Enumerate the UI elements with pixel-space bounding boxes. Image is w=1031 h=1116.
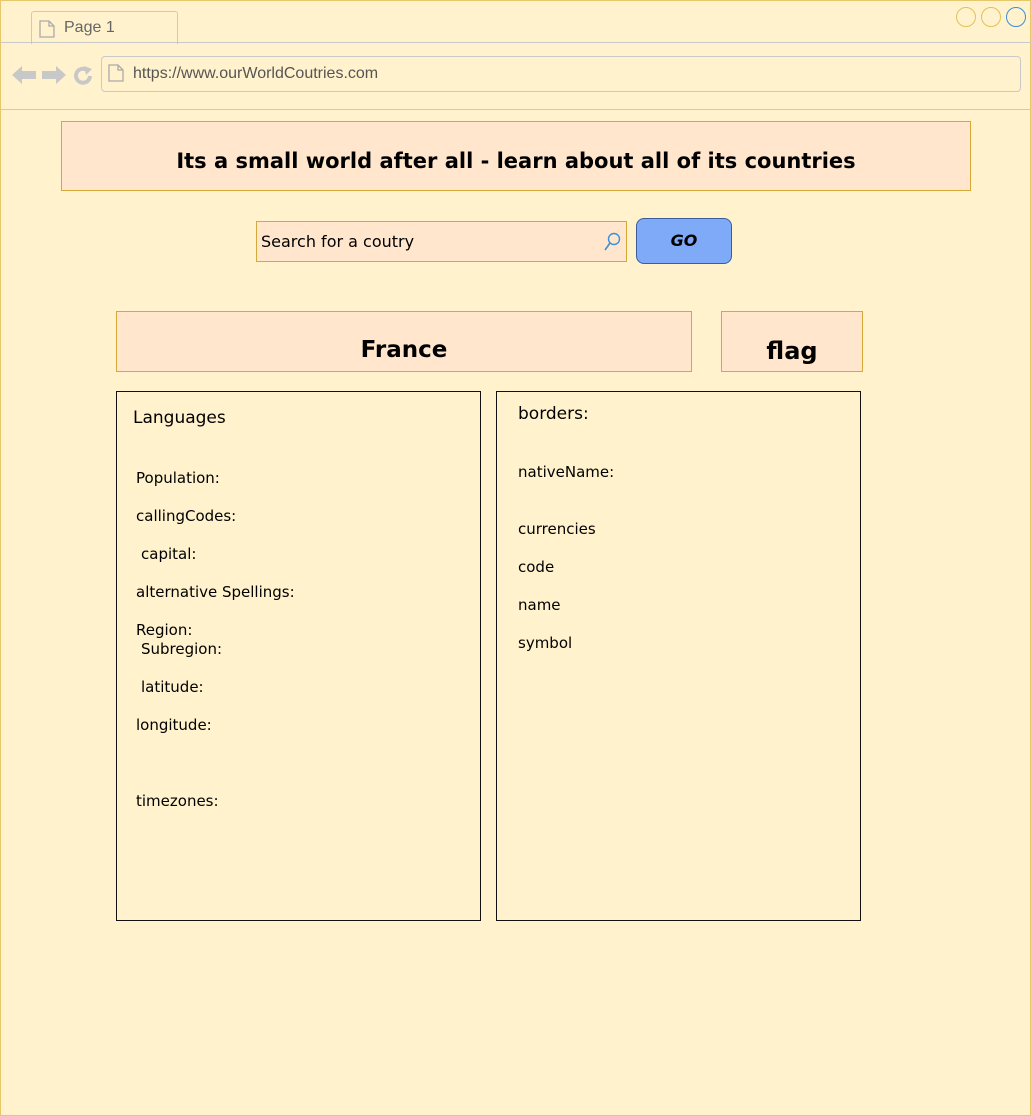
native-name-label: nativeName:: [518, 463, 615, 481]
url-text[interactable]: https://www.ourWorldCoutries.com: [133, 65, 378, 83]
address-bar[interactable]: https://www.ourWorldCoutries.com: [101, 56, 1021, 92]
page-icon: [108, 64, 124, 86]
country-name: France: [360, 337, 448, 363]
tab-bar: Page 1: [1, 1, 1031, 44]
flag-label: flag: [766, 337, 818, 365]
search-icon[interactable]: [603, 232, 621, 256]
search-box[interactable]: [256, 221, 627, 262]
country-details-panel: Languages Population: callingCodes: capi…: [116, 391, 481, 921]
capital-label: capital:: [141, 545, 197, 563]
currencies-label: currencies: [518, 520, 596, 538]
browser-tab[interactable]: Page 1: [31, 11, 178, 44]
header-banner: Its a small world after all - learn abou…: [61, 121, 971, 191]
browser-window: Page 1 https://www.ourWorldCoutries.com …: [0, 0, 1031, 1116]
close-button[interactable]: [1006, 7, 1026, 27]
toolbar-divider: [1, 109, 1031, 110]
latitude-label: latitude:: [141, 678, 204, 696]
page-title: Its a small world after all - learn abou…: [176, 149, 856, 173]
calling-codes-label: callingCodes:: [136, 507, 237, 525]
subregion-label: Subregion:: [141, 640, 223, 658]
go-button[interactable]: GO: [636, 218, 732, 264]
borders-label: borders:: [518, 404, 589, 424]
minimize-button[interactable]: [956, 7, 976, 27]
population-label: Population:: [136, 469, 220, 487]
currency-symbol-label: symbol: [518, 634, 573, 652]
flag-box: flag: [721, 311, 863, 372]
languages-label: Languages: [133, 408, 226, 428]
currency-code-label: code: [518, 558, 555, 576]
longitude-label: longitude:: [136, 716, 212, 734]
tab-divider: [1, 42, 1031, 43]
currency-name-label: name: [518, 596, 561, 614]
country-header: France: [116, 311, 692, 372]
page-icon: [39, 20, 55, 42]
timezones-label: timezones:: [136, 792, 219, 810]
alternative-spellings-label: alternative Spellings:: [136, 583, 295, 601]
tab-label: Page 1: [64, 19, 115, 36]
back-arrow-icon[interactable]: [11, 65, 37, 89]
search-input[interactable]: [261, 222, 591, 261]
maximize-button[interactable]: [981, 7, 1001, 27]
country-extra-panel: borders: nativeName: currencies code nam…: [496, 391, 861, 921]
forward-arrow-icon[interactable]: [41, 65, 67, 89]
region-label: Region:: [136, 621, 193, 639]
reload-icon[interactable]: [72, 65, 94, 91]
